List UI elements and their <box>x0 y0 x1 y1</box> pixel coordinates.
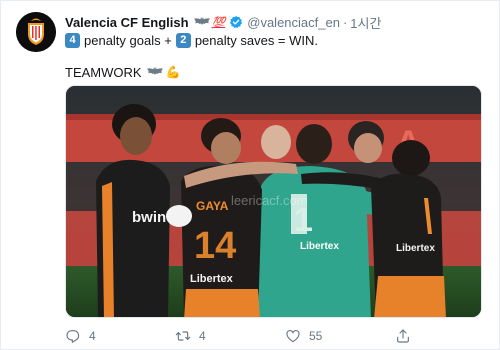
bat-emoji-icon <box>146 66 164 78</box>
jersey-sponsor-libertex: Libertex <box>300 241 339 252</box>
avatar[interactable] <box>16 12 56 52</box>
tweet-header: Valencia CF English 💯 @valenciacf_en · 1… <box>65 13 381 31</box>
verified-badge-icon <box>229 15 243 29</box>
tweet-actions: 4 4 55 <box>65 327 465 345</box>
share-button[interactable] <box>395 327 419 345</box>
separator-dot: · <box>342 14 348 30</box>
tweet-text-segment: penalty saves = WIN. <box>194 32 319 48</box>
tweet-text-segment: TEAMWORK <box>65 64 142 80</box>
reply-count: 4 <box>89 329 96 343</box>
keycap-four: 4 <box>65 32 80 48</box>
display-name[interactable]: Valencia CF English <box>65 15 189 30</box>
jersey-sponsor-libertex-2: Libertex <box>190 273 234 285</box>
share-icon <box>397 329 409 343</box>
retweet-count: 4 <box>199 329 206 343</box>
tweet-timestamp[interactable]: 1시간 <box>350 13 381 32</box>
team-celebration-photo: A bwin 1 Libertex GAYA 14 Libertex <box>66 86 481 317</box>
user-handle[interactable]: @valenciacf_en <box>247 15 340 30</box>
like-button[interactable]: 55 <box>285 327 322 345</box>
retweet-icon <box>175 331 191 341</box>
like-count: 55 <box>309 329 323 343</box>
bat-emoji-icon <box>193 16 211 28</box>
tweet-photo[interactable]: A bwin 1 Libertex GAYA 14 Libertex <box>65 85 482 318</box>
jersey-name-gaya: GAYA <box>196 199 229 213</box>
photo-watermark: leericacf.com <box>231 193 308 208</box>
jersey-sponsor-libertex-3: Libertex <box>396 243 435 254</box>
tweet-text-line-1: 4 penalty goals + 2 penalty saves = WIN. <box>65 31 318 49</box>
hundred-emoji: 💯 <box>211 16 226 29</box>
keycap-two: 2 <box>175 32 191 48</box>
muscle-emoji: 💪 <box>165 65 181 79</box>
jersey-number-14: 14 <box>194 225 236 267</box>
retweet-button[interactable]: 4 <box>175 327 206 345</box>
tweet-card[interactable]: Valencia CF English 💯 @valenciacf_en · 1… <box>0 0 500 350</box>
reply-button[interactable]: 4 <box>65 327 96 345</box>
heart-icon <box>286 330 300 343</box>
jersey-sponsor-bwin: bwin <box>132 209 166 226</box>
reply-icon <box>66 330 80 343</box>
tweet-text-line-2: TEAMWORK 💪 <box>65 63 181 81</box>
valencia-crest-icon <box>16 12 56 52</box>
tweet-text-segment: penalty goals + <box>84 32 172 48</box>
